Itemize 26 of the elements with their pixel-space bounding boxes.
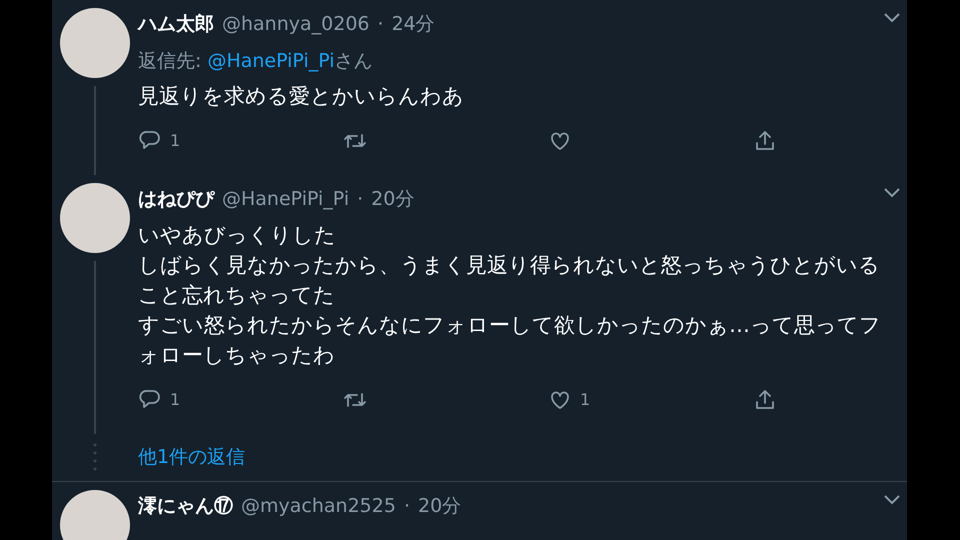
user-name[interactable]: ハム太郎 bbox=[138, 10, 214, 38]
dotted-thread-line bbox=[93, 442, 97, 472]
separator-dot: · bbox=[378, 12, 384, 37]
tweet-time[interactable]: 20分 bbox=[418, 492, 462, 520]
user-name[interactable]: 澪にゃん⑰ bbox=[138, 492, 233, 520]
avatar-circle[interactable] bbox=[60, 490, 130, 540]
tweet-text: いやあびっくりした しばらく見なかったから、うまく見返り得られないと怒っちゃうひとがいること忘れちゃってた すごい怒られたからそんなにフォローして欲しかったのかぁ…って思ってフォローしちゃったわ bbox=[138, 222, 882, 368]
tweet-time[interactable]: 20分 bbox=[371, 185, 414, 214]
share-icon[interactable] bbox=[753, 388, 777, 412]
chevron-down-icon[interactable] bbox=[883, 494, 901, 506]
tweet-time[interactable]: 24分 bbox=[392, 10, 435, 38]
user-handle[interactable]: @myachan2525 bbox=[241, 492, 396, 520]
user-name[interactable]: はねぴぴ bbox=[138, 185, 214, 214]
separator-dot: · bbox=[357, 187, 364, 212]
separator-dot: · bbox=[404, 494, 410, 518]
reply-count: 1 bbox=[170, 130, 180, 152]
user-handle[interactable]: @hannya_0206 bbox=[222, 10, 370, 38]
user-handle[interactable]: @HanePiPi_Pi bbox=[222, 185, 350, 214]
chevron-down-icon[interactable] bbox=[883, 12, 901, 24]
share-icon[interactable] bbox=[753, 129, 777, 153]
show-replies-link[interactable]: 他1件の返信 bbox=[138, 442, 246, 472]
reply-to-text: 返信先: @HanePiPi_Pi さん bbox=[138, 48, 374, 74]
chevron-down-icon[interactable] bbox=[883, 187, 901, 199]
like-count: 1 bbox=[580, 388, 590, 410]
reply-count: 1 bbox=[170, 388, 180, 410]
tweet-text: 見返りを求める愛とかいらんわあ bbox=[138, 83, 465, 110]
